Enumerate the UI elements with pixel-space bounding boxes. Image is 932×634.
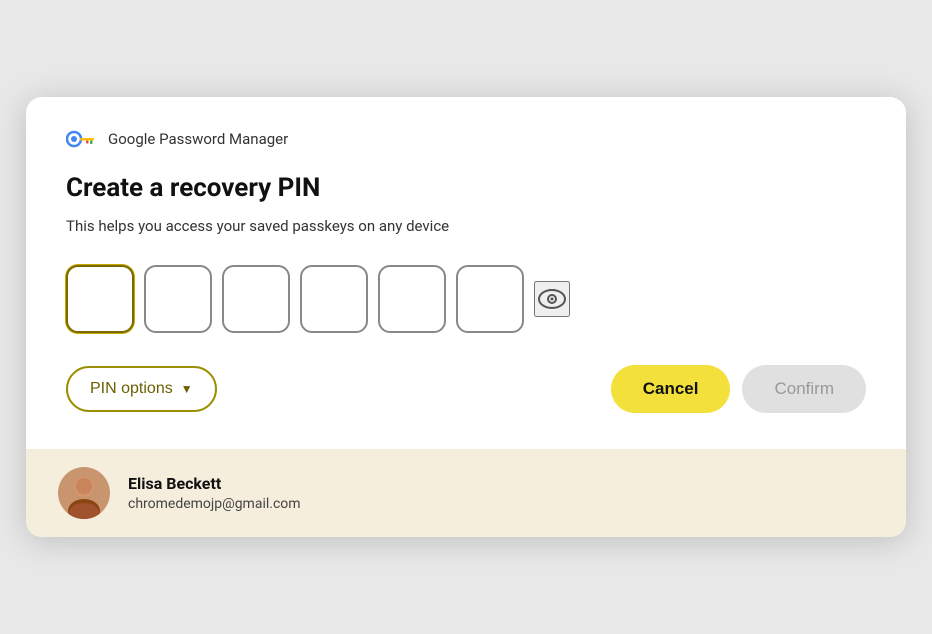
user-avatar xyxy=(58,467,110,519)
dialog-actions: PIN options ▼ Cancel Confirm xyxy=(66,365,866,413)
recovery-pin-dialog: Google Password Manager Create a recover… xyxy=(26,97,906,537)
dialog-title: Create a recovery PIN xyxy=(66,173,866,203)
avatar-image xyxy=(58,467,110,519)
toggle-visibility-button[interactable] xyxy=(534,281,570,317)
user-info: Elisa Beckett chromedemojp@gmail.com xyxy=(128,474,301,512)
confirm-button[interactable]: Confirm xyxy=(742,365,866,413)
pin-field-5[interactable] xyxy=(378,265,446,333)
chevron-down-icon: ▼ xyxy=(181,382,193,396)
pin-field-2[interactable] xyxy=(144,265,212,333)
right-action-buttons: Cancel Confirm xyxy=(611,365,866,413)
key-icon xyxy=(66,129,98,149)
app-name: Google Password Manager xyxy=(108,130,288,148)
dialog-subtitle: This helps you access your saved passkey… xyxy=(66,217,866,235)
account-footer: Elisa Beckett chromedemojp@gmail.com xyxy=(26,449,906,537)
eye-icon xyxy=(538,289,566,309)
pin-field-3[interactable] xyxy=(222,265,290,333)
pin-field-6[interactable] xyxy=(456,265,524,333)
pin-options-button[interactable]: PIN options ▼ xyxy=(66,366,217,412)
pin-input-row xyxy=(66,265,866,333)
user-email: chromedemojp@gmail.com xyxy=(128,496,301,512)
pin-field-4[interactable] xyxy=(300,265,368,333)
pin-field-1[interactable] xyxy=(66,265,134,333)
pin-options-label: PIN options xyxy=(90,380,173,398)
cancel-button[interactable]: Cancel xyxy=(611,365,731,413)
user-name: Elisa Beckett xyxy=(128,474,301,493)
dialog-header: Google Password Manager xyxy=(66,129,866,149)
dialog-body: Google Password Manager Create a recover… xyxy=(26,97,906,449)
